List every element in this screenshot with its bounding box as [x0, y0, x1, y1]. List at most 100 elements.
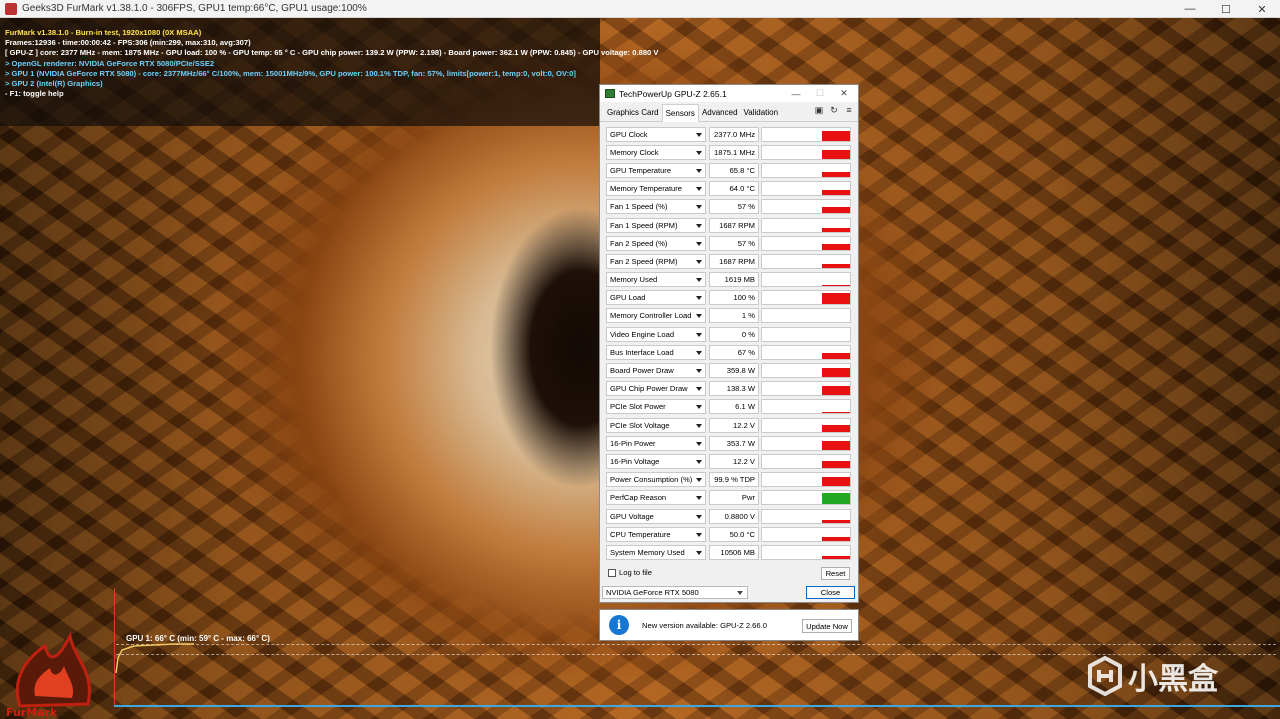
sensor-row: GPU Load 100 % — [606, 289, 852, 307]
temperature-curve — [115, 643, 194, 674]
sensor-name-dropdown[interactable]: PCIe Slot Voltage — [606, 417, 706, 433]
sensor-row: PCIe Slot Power 6.1 W — [606, 398, 852, 416]
camera-icon[interactable]: ▣ — [814, 105, 824, 116]
sensor-name-dropdown[interactable]: PCIe Slot Power — [606, 399, 706, 415]
sensor-name: Memory Used — [610, 275, 658, 285]
sensor-graph — [761, 417, 851, 433]
watermark-logo-icon — [1088, 656, 1122, 696]
sensor-name-dropdown[interactable]: GPU Chip Power Draw — [606, 381, 706, 397]
sensor-name-dropdown[interactable]: Bus Interface Load — [606, 344, 706, 360]
sensor-value: 0 % — [709, 326, 759, 342]
refresh-icon[interactable]: ↻ — [829, 105, 839, 116]
tab-sensors[interactable]: Sensors — [661, 104, 699, 122]
sensor-name: GPU Temperature — [610, 165, 672, 175]
sensor-graph-bar — [822, 263, 850, 268]
chevron-down-icon — [696, 278, 702, 283]
sensor-row: Fan 1 Speed (RPM) 1687 RPM — [606, 216, 852, 234]
checkbox-box[interactable] — [608, 568, 616, 577]
sensor-row: Video Engine Load 0 % — [606, 325, 852, 343]
gpuz-window-controls: — ☐ ✕ — [784, 85, 856, 102]
chevron-down-icon — [696, 223, 702, 228]
sensor-name-dropdown[interactable]: GPU Load — [606, 290, 706, 306]
sensor-name-dropdown[interactable]: GPU Voltage — [606, 508, 706, 524]
sensor-graph — [761, 453, 851, 469]
sensor-name-dropdown[interactable]: PerfCap Reason — [606, 490, 706, 506]
tab-graphics-card[interactable]: Graphics Card — [604, 105, 662, 121]
sensor-name-dropdown[interactable]: Memory Clock — [606, 144, 706, 160]
reset-button[interactable]: Reset — [821, 567, 850, 580]
sensor-graph-bar — [822, 207, 850, 214]
sensor-graph — [761, 508, 851, 524]
furmark-logo-text: FurMark — [6, 706, 58, 719]
sensor-graph — [761, 381, 851, 397]
chevron-down-icon — [696, 259, 702, 264]
sensor-graph — [761, 526, 851, 542]
sensor-name-dropdown[interactable]: Memory Temperature — [606, 181, 706, 197]
menu-icon[interactable]: ≡ — [844, 105, 854, 116]
chevron-down-icon — [696, 168, 702, 173]
sensor-name-dropdown[interactable]: Fan 2 Speed (%) — [606, 235, 706, 251]
gpuz-minimize-button[interactable]: — — [784, 85, 808, 102]
sensor-graph — [761, 144, 851, 160]
hud-line-gpuz: [ GPU-Z ] core: 2377 MHz - mem: 1875 MHz… — [5, 48, 659, 58]
sensor-graph — [761, 126, 851, 142]
sensor-graph — [761, 290, 851, 306]
close-button[interactable]: Close — [806, 586, 855, 599]
log-to-file-checkbox[interactable]: Log to file — [608, 568, 652, 577]
log-to-file-label: Log to file — [619, 568, 652, 577]
hud-line-title: FurMark v1.38.1.0 - Burn-in test, 1920x1… — [5, 28, 202, 37]
chevron-down-icon — [696, 441, 702, 446]
minimize-button[interactable]: — — [1172, 0, 1208, 18]
sensor-name-dropdown[interactable]: Board Power Draw — [606, 363, 706, 379]
sensor-graph-bar — [822, 171, 850, 177]
chevron-down-icon — [696, 150, 702, 155]
sensor-name-dropdown[interactable]: 16-Pin Power — [606, 435, 706, 451]
sensor-graph-bar — [822, 368, 850, 378]
sensor-name: Board Power Draw — [610, 366, 674, 376]
sensor-name-dropdown[interactable]: GPU Temperature — [606, 162, 706, 178]
sensor-name-dropdown[interactable]: Fan 2 Speed (RPM) — [606, 253, 706, 269]
sensor-value: 6.1 W — [709, 399, 759, 415]
sensor-name-dropdown[interactable]: Memory Used — [606, 272, 706, 288]
sensor-name-dropdown[interactable]: GPU Clock — [606, 126, 706, 142]
gpuz-maximize-button[interactable]: ☐ — [808, 85, 832, 102]
sensor-graph-bar — [822, 285, 850, 287]
maximize-button[interactable]: ☐ — [1208, 0, 1244, 18]
sensor-name-dropdown[interactable]: System Memory Used — [606, 544, 706, 560]
tab-advanced[interactable]: Advanced — [699, 105, 741, 121]
sensor-graph-bar — [822, 536, 850, 541]
sensor-name-dropdown[interactable]: 16-Pin Voltage — [606, 453, 706, 469]
chevron-down-icon — [696, 350, 702, 355]
sensor-graph — [761, 326, 851, 342]
close-window-button[interactable]: ✕ — [1244, 0, 1280, 18]
sensor-graph-bar — [822, 149, 850, 159]
sensor-graph — [761, 308, 851, 324]
sensor-row: Board Power Draw 359.8 W — [606, 361, 852, 379]
sensor-name-dropdown[interactable]: Power Consumption (%) — [606, 472, 706, 488]
sensor-graph — [761, 162, 851, 178]
sensor-name: Fan 1 Speed (RPM) — [610, 220, 678, 230]
sensor-row: Power Consumption (%) 99.9 % TDP — [606, 471, 852, 489]
sensor-graph — [761, 181, 851, 197]
sensor-name-dropdown[interactable]: CPU Temperature — [606, 526, 706, 542]
update-message: New version available: GPU-Z 2.66.0 — [642, 620, 767, 630]
gpuz-close-button[interactable]: ✕ — [832, 85, 856, 102]
sensor-name-dropdown[interactable]: Memory Controller Load — [606, 308, 706, 324]
furmark-app-icon — [5, 2, 17, 15]
gpuz-window: TechPowerUp GPU-Z 2.65.1 — ☐ ✕ Graphics … — [599, 84, 859, 603]
sensor-row: Memory Controller Load 1 % — [606, 307, 852, 325]
tab-validation[interactable]: Validation — [741, 105, 782, 121]
sensor-value: 65.8 °C — [709, 162, 759, 178]
sensor-graph-bar — [822, 190, 850, 196]
sensor-name-dropdown[interactable]: Video Engine Load — [606, 326, 706, 342]
gpu-select-dropdown[interactable]: NVIDIA GeForce RTX 5080 — [602, 586, 748, 599]
hud-line-gpu1: > GPU 1 (NVIDIA GeForce RTX 5080) - core… — [5, 68, 576, 78]
sensor-value: 353.7 W — [709, 435, 759, 451]
update-now-button[interactable]: Update Now — [802, 619, 852, 633]
sensor-graph-bar — [822, 386, 850, 396]
sensor-value: 10506 MB — [709, 544, 759, 560]
sensor-name-dropdown[interactable]: Fan 1 Speed (RPM) — [606, 217, 706, 233]
sensor-row: 16-Pin Voltage 12.2 V — [606, 452, 852, 470]
sensor-name: Memory Clock — [610, 147, 659, 157]
sensor-name-dropdown[interactable]: Fan 1 Speed (%) — [606, 199, 706, 215]
